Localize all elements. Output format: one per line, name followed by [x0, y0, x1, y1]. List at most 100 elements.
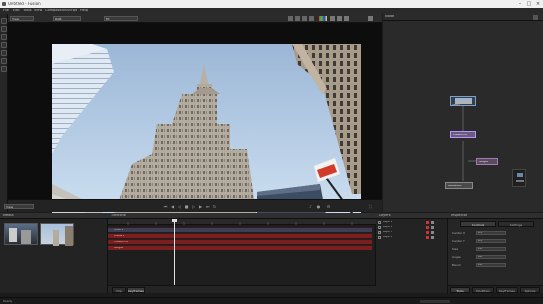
eye-icon[interactable] [378, 236, 381, 239]
property-field[interactable]: 0.5 [476, 231, 506, 235]
render-icon[interactable]: ● [316, 204, 321, 209]
node-label: Transform1 [453, 134, 468, 136]
tab-settings[interactable]: Settings [498, 221, 534, 227]
lock-icon[interactable] [431, 231, 434, 234]
eye-icon[interactable] [378, 221, 381, 224]
property-field[interactable]: 1.0 [476, 247, 506, 251]
tab-tools[interactable]: Tools [450, 287, 470, 293]
timeline-track[interactable]: Merge1 [108, 245, 372, 250]
playhead-handle[interactable] [172, 219, 177, 222]
viewer-option-icon[interactable] [295, 16, 300, 21]
timeline-ruler[interactable] [108, 219, 376, 225]
tab-keyframes-inspector[interactable]: Keyframes [496, 287, 518, 293]
layer-row[interactable]: Layer 1 [378, 221, 446, 225]
tab-keyframes[interactable]: Keyframes [127, 287, 145, 293]
loop-icon[interactable]: ↻ [212, 204, 217, 209]
layer-row[interactable]: Layer 2 [378, 226, 446, 230]
eye-icon[interactable] [378, 226, 381, 229]
viewer-option-icon[interactable] [288, 16, 293, 21]
color-channels-icon[interactable] [319, 16, 327, 21]
timeline-footer: Clip Keyframes [108, 285, 376, 293]
step-forward-icon[interactable]: ▶ [198, 204, 203, 209]
property-field[interactable]: 0.5 [476, 239, 506, 243]
lock-icon[interactable] [431, 236, 434, 239]
tab-controls[interactable]: Controls [460, 221, 496, 227]
viewer-option-icon[interactable] [337, 16, 342, 21]
tab-clip[interactable]: Clip [112, 287, 126, 293]
property-field[interactable]: 1.0 [476, 263, 506, 267]
layer-label: Layer 4 [383, 236, 393, 238]
node-merge[interactable]: Merge1 [476, 158, 498, 165]
tab-splines[interactable]: Splines [520, 287, 540, 293]
maximize-icon[interactable]: □ [525, 1, 533, 7]
node-mediaout[interactable]: MediaOut1 [445, 182, 473, 189]
tool-button[interactable] [1, 66, 7, 72]
node-loader[interactable]: Loader1 [450, 96, 476, 106]
window-title: Untitled - Fusion [8, 2, 41, 6]
timeline-track[interactable]: Video 1 [108, 227, 372, 232]
layer-row[interactable]: Layer 3 [378, 231, 446, 235]
property-field[interactable]: 0.0 [476, 255, 506, 259]
fullscreen-icon[interactable]: ⛶ [368, 204, 373, 209]
menu-composition[interactable]: Composition [45, 9, 67, 13]
play-reverse-icon[interactable]: ◁ [177, 204, 182, 209]
jump-start-icon[interactable]: ⏮ [163, 204, 168, 209]
media-thumbnail[interactable] [4, 223, 38, 245]
menu-tools[interactable]: Tools [23, 9, 32, 13]
stop-icon[interactable]: ■ [184, 204, 189, 209]
viewer-option-icon[interactable] [344, 16, 349, 21]
menu-edit[interactable]: Edit [13, 9, 20, 13]
layer-color-icon [426, 236, 429, 239]
play-icon[interactable]: ▷ [191, 204, 196, 209]
settings-icon[interactable]: ⚙ [326, 204, 331, 209]
media-panel-header: Media [0, 213, 108, 219]
node-graph[interactable]: Loader1 Transform1 Merge1 MediaOut1 [383, 21, 543, 212]
layer-color-icon [426, 221, 429, 224]
menu-help[interactable]: Help [80, 9, 88, 13]
jump-end-icon[interactable]: ⏭ [205, 204, 210, 209]
layers-header: Layers [376, 213, 448, 219]
node-transform[interactable]: Transform1 [450, 131, 476, 138]
playhead[interactable] [174, 219, 175, 287]
eye-icon[interactable] [378, 231, 381, 234]
menu-file[interactable]: File [3, 9, 9, 13]
tool-button[interactable] [1, 50, 7, 56]
timeline-track[interactable]: Transform1 [108, 239, 372, 244]
audio-icon[interactable]: ♪ [308, 204, 313, 209]
channel-combo[interactable]: RGB [53, 16, 81, 21]
viewer-option-icon[interactable] [309, 16, 314, 21]
ruler-ticks [127, 222, 353, 225]
tool-button[interactable] [1, 18, 7, 24]
menu-view[interactable]: View [34, 9, 42, 13]
viewer-option-icon[interactable] [302, 16, 307, 21]
tool-button[interactable] [1, 26, 7, 32]
node-navigator[interactable] [512, 169, 526, 187]
inspector-panel: Inspector Controls Settings Center X 0.5… [448, 213, 543, 293]
minimize-icon[interactable]: – [516, 1, 524, 7]
node-editor-toolbar: Node [383, 14, 543, 21]
viewer-option-icon[interactable] [330, 16, 335, 21]
navigator-node [516, 180, 524, 182]
menu-script[interactable]: Script [67, 9, 77, 13]
property-label: Center Y [452, 240, 465, 243]
viewer-option-icon[interactable] [368, 16, 373, 21]
step-back-icon[interactable]: ◀ [170, 204, 175, 209]
view-combo[interactable]: View [10, 16, 34, 21]
lock-icon[interactable] [431, 221, 434, 224]
layer-row[interactable]: Layer 4 [378, 236, 446, 240]
timeline-track[interactable]: Loader1 [108, 233, 372, 238]
viewer-mode-combo[interactable]: View [4, 204, 34, 209]
lock-icon[interactable] [431, 226, 434, 229]
viewer[interactable] [8, 23, 382, 220]
inspector-footer: Tools Modifiers Keyframes Splines [448, 285, 543, 293]
viewer-image[interactable] [52, 44, 361, 220]
close-icon[interactable]: × [534, 1, 542, 7]
media-thumbnail[interactable] [40, 223, 74, 246]
tool-button[interactable] [1, 34, 7, 40]
track-label: Loader1 [114, 235, 125, 237]
zoom-combo[interactable]: Fit [104, 16, 138, 21]
tab-modifiers[interactable]: Modifiers [472, 287, 494, 293]
tool-button[interactable] [1, 58, 7, 64]
node-options-icon[interactable] [533, 15, 538, 20]
tool-button[interactable] [1, 42, 7, 48]
